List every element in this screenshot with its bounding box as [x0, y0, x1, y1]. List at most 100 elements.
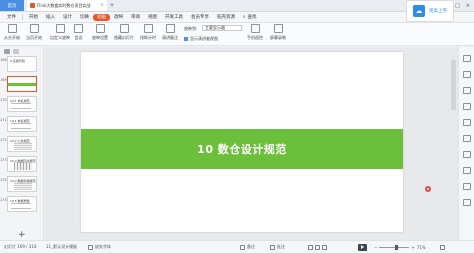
slide-thumbnail[interactable]	[7, 76, 37, 92]
slide-thumbnail-row[interactable]: 168 9 实施代码	[0, 56, 44, 73]
settings-icon[interactable]	[463, 135, 471, 142]
animation-icon[interactable]	[463, 87, 471, 94]
help-icon[interactable]	[463, 183, 471, 190]
zoom-in-icon[interactable]: +	[411, 245, 414, 250]
sorter-view-icon[interactable]	[315, 244, 320, 250]
rehearse-timing-button[interactable]: 排练计时	[140, 24, 156, 41]
hide-slide-button[interactable]: 隐藏幻灯片	[114, 24, 134, 41]
menu-developer[interactable]: 开发工具	[161, 14, 187, 20]
slideshow-button[interactable]	[358, 243, 367, 251]
from-beginning-button[interactable]: 从头开始	[4, 24, 20, 41]
search-box[interactable]: ⌕ 查找	[239, 14, 261, 20]
menu-animation[interactable]: 动画	[93, 13, 110, 21]
add-slide-icon[interactable]: +	[18, 230, 26, 240]
thumbnails-tab-icon[interactable]	[4, 48, 10, 54]
new-tab-button[interactable]: +	[107, 0, 117, 11]
pane-tabs	[0, 47, 43, 55]
presenter-view-checkbox[interactable]: 显示演讲者视图	[184, 36, 218, 42]
notes-icon	[165, 24, 175, 33]
menu-docer[interactable]: 稻壳资源	[213, 14, 239, 20]
transition-icon[interactable]	[463, 103, 471, 110]
slide-thumbnail-row[interactable]: 170 10.1 命名规范	[0, 96, 44, 113]
button-label: 当页开始	[26, 35, 42, 40]
slide-thumbnail-row[interactable]: 172 10.2 公共规范	[0, 136, 44, 153]
zoom-slider-knob[interactable]	[395, 244, 399, 250]
slide-thumbnail[interactable]: 10.1 命名规范	[7, 116, 37, 132]
design-icon[interactable]	[463, 71, 471, 78]
checkbox-icon	[184, 37, 188, 41]
zoom-slider[interactable]	[379, 244, 410, 250]
more-icon[interactable]	[463, 199, 471, 206]
backup-icon[interactable]	[463, 151, 471, 158]
from-current-button[interactable]: 当页开始	[26, 24, 42, 41]
close-tab-icon[interactable]: ×	[100, 3, 104, 8]
thumbnail-lines	[11, 123, 31, 129]
menu-file[interactable]: 文件	[3, 14, 20, 20]
menu-review[interactable]: 审阅	[127, 14, 144, 20]
slide-number: 171	[0, 118, 7, 122]
thumbnail-title: 10.1 命名规范	[10, 99, 30, 103]
close-window-icon[interactable]: ×	[466, 3, 470, 9]
title-band: 10 数仓设计规范	[81, 129, 403, 169]
slide-thumbnail[interactable]: 9 实施代码	[7, 56, 37, 72]
screen-record-button[interactable]: 屏幕录制	[270, 24, 286, 41]
comment-icon	[270, 244, 275, 250]
slide-thumbnail[interactable]: 10.2 公共规范	[7, 136, 37, 152]
normal-view-icon[interactable]	[308, 244, 313, 250]
status-bar: 幻灯片 169 / 314 11_默认设计模板 缺失字体 备注 批注 − + 7…	[0, 240, 474, 253]
home-tab[interactable]: 首页	[0, 0, 24, 11]
show-settings-button[interactable]: 放映设置	[92, 24, 108, 41]
button-label: 自定义放映	[50, 35, 70, 40]
thumbnail-lines	[11, 203, 31, 209]
reading-view-icon[interactable]	[322, 244, 327, 250]
menu-design[interactable]: 设计	[59, 14, 76, 20]
slide-number: 172	[0, 138, 7, 142]
speaker-notes-button[interactable]: 演讲备注	[162, 24, 178, 41]
thumbnail-title: 10.3 数据同步规范	[10, 159, 36, 163]
menu-insert[interactable]: 插入	[42, 14, 59, 20]
slide-thumbnail-row[interactable]: 174 10.4 数据存储规范	[0, 176, 44, 193]
slide-thumbnail[interactable]: 10.1 命名规范	[7, 96, 37, 112]
shape-icon[interactable]	[463, 119, 471, 126]
custom-show-button[interactable]: 自定义放映	[50, 24, 70, 41]
font-warning-icon	[88, 244, 93, 250]
meeting-button[interactable]: 会议	[74, 24, 83, 41]
notes-toggle[interactable]: 备注	[240, 244, 255, 250]
fit-window-icon[interactable]	[440, 244, 445, 250]
menu-slideshow[interactable]: 放映	[110, 14, 127, 20]
maximize-icon[interactable]: □	[455, 3, 460, 9]
phone-remote-button[interactable]: 手机遥控	[247, 24, 263, 41]
zoom-level[interactable]: 71%	[417, 245, 426, 250]
missing-font-indicator[interactable]: 缺失字体	[88, 244, 111, 250]
monitor-select[interactable]: 主要显示器	[202, 25, 242, 31]
slide-canvas: 10 数仓设计规范	[45, 47, 458, 240]
slide-number: 175	[0, 198, 7, 202]
page-indicator: 幻灯片 169 / 314	[4, 244, 37, 249]
slide-thumbnail[interactable]: 10.3 数据同步规范	[7, 156, 37, 172]
zoom-out-icon[interactable]: −	[374, 245, 377, 250]
comments-toggle[interactable]: 批注	[270, 244, 285, 250]
slide-thumbnail-row[interactable]: 169	[0, 76, 44, 93]
slide-title[interactable]: 10 数仓设计规范	[197, 141, 287, 157]
menu-view[interactable]: 视图	[144, 14, 161, 20]
menu-start[interactable]: 开始	[25, 14, 42, 20]
document-tab[interactable]: Flink大数据实时数仓项目实战 ×	[27, 0, 107, 11]
timer-icon	[143, 24, 153, 33]
hide-slide-icon	[119, 24, 129, 33]
slide-thumbnail-row[interactable]: 175 10.5 数据质量	[0, 196, 44, 213]
slide-thumbnail-row[interactable]: 171 10.1 命名规范	[0, 116, 44, 133]
property-icon[interactable]	[463, 55, 471, 62]
search-icon: ⌕	[243, 15, 246, 20]
share-icon[interactable]	[463, 167, 471, 174]
slide-thumbnail[interactable]: 10.5 数据质量	[7, 196, 37, 212]
vertical-scrollbar[interactable]	[451, 60, 456, 110]
outline-tab-icon[interactable]	[13, 48, 19, 54]
menu-member[interactable]: 会员专享	[187, 14, 213, 20]
slide-thumbnail[interactable]: 10.4 数据存储规范	[7, 176, 37, 192]
slide-number: 168	[0, 58, 7, 62]
slide-thumbnail-row[interactable]: 173 10.3 数据同步规范	[0, 156, 44, 173]
menu-transition[interactable]: 切换	[76, 14, 93, 20]
cloud-sync-button[interactable]: ☁ 现高上字	[406, 0, 454, 22]
slide[interactable]: 10 数仓设计规范	[81, 52, 403, 232]
theme-name[interactable]: 11_默认设计模板	[46, 244, 77, 250]
